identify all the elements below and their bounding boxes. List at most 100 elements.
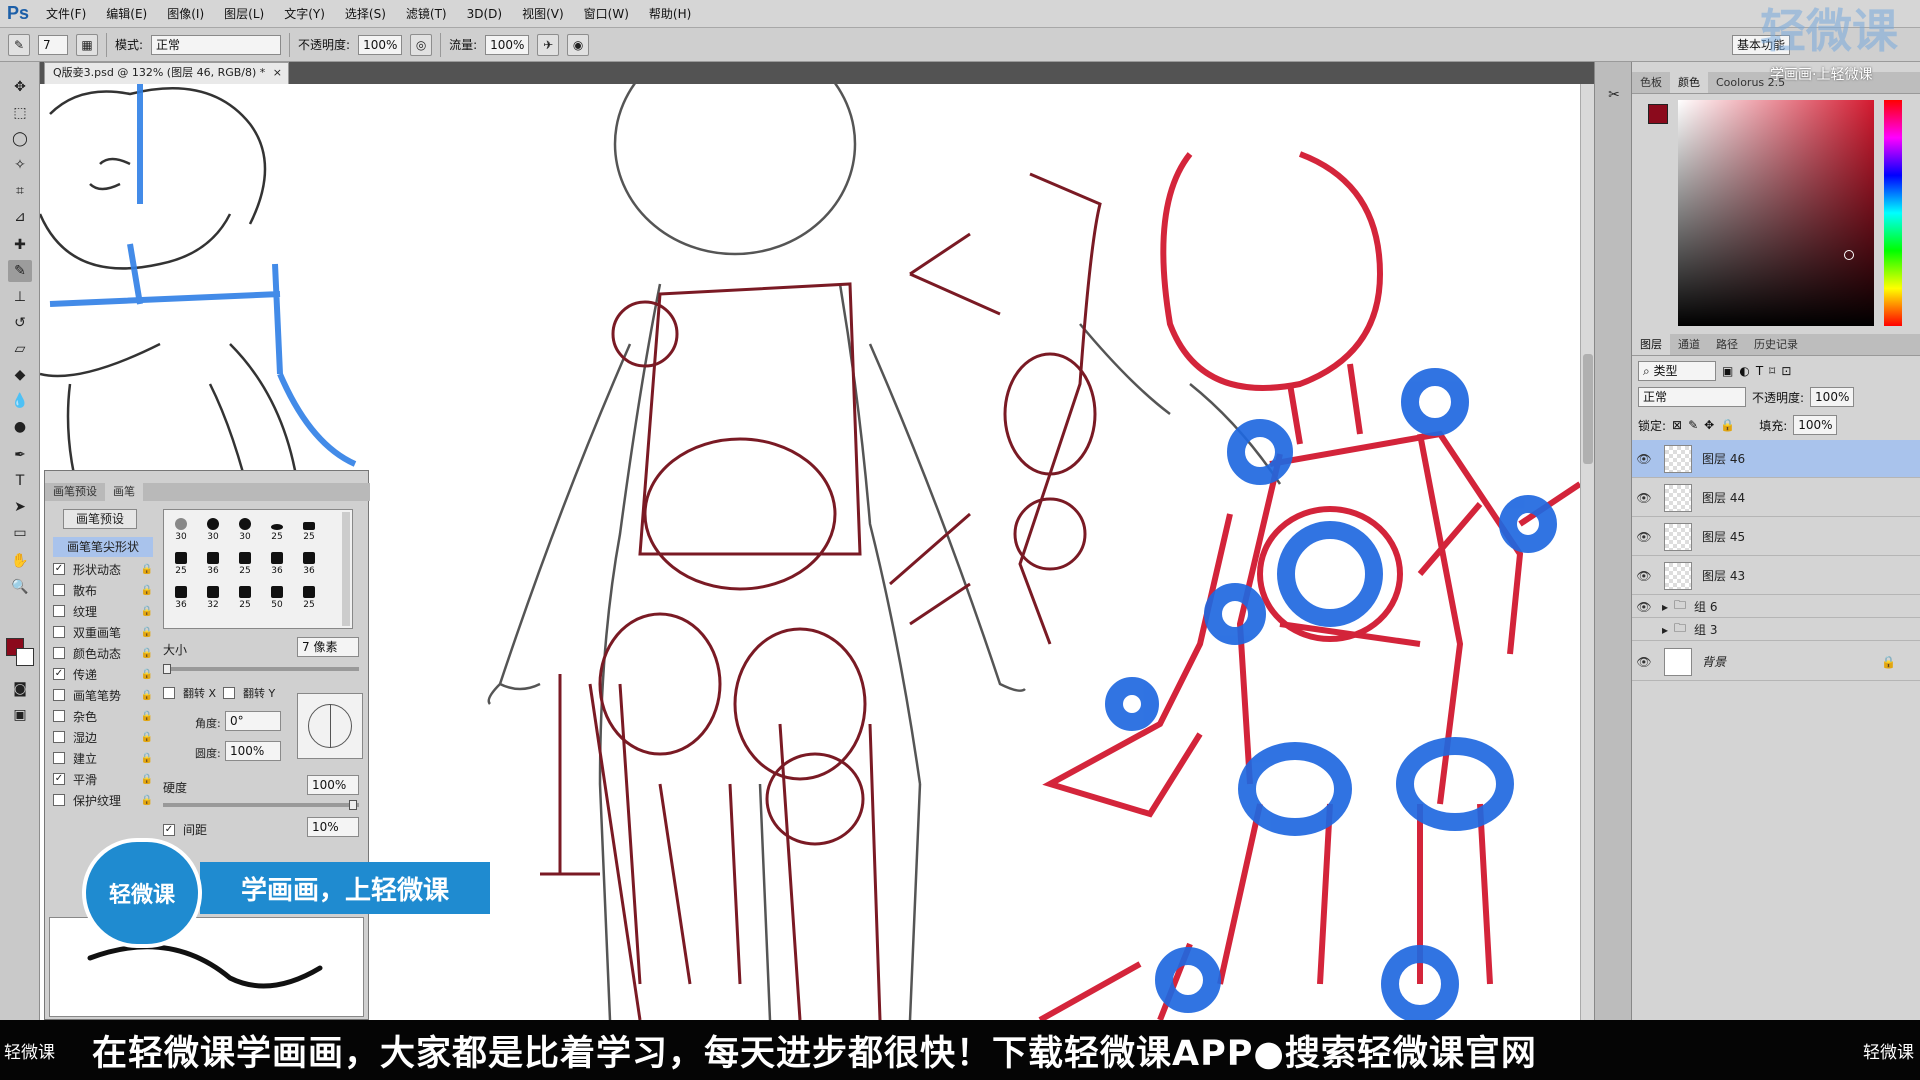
brush-tip-scrollbar[interactable] xyxy=(342,512,350,626)
filter-pixel-icon[interactable]: ▣ xyxy=(1722,364,1733,378)
menu-edit[interactable]: 编辑(E) xyxy=(96,0,157,28)
eraser-tool-icon[interactable]: ▱ xyxy=(8,338,32,360)
filter-shape-icon[interactable]: ⌑ xyxy=(1769,364,1775,378)
checkbox[interactable] xyxy=(223,687,235,699)
layer-row[interactable]: 👁 图层 45 xyxy=(1632,518,1920,556)
blur-tool-icon[interactable]: 💧 xyxy=(8,390,32,412)
brush-option-row[interactable]: 杂色 🔒 xyxy=(53,706,153,726)
tab-history[interactable]: 历史记录 xyxy=(1746,334,1806,355)
menu-type[interactable]: 文字(Y) xyxy=(274,0,335,28)
quick-mask-icon[interactable]: ◙ xyxy=(8,678,32,700)
slider-handle[interactable] xyxy=(349,800,357,810)
eye-icon[interactable]: 👁 xyxy=(1632,600,1656,614)
lock-icon[interactable]: 🔒 xyxy=(141,774,153,785)
brush-option-row[interactable]: ✓ 传递 🔒 xyxy=(53,664,153,684)
canvas-scrollbar[interactable] xyxy=(1580,84,1594,1020)
filter-adjust-icon[interactable]: ◐ xyxy=(1739,364,1749,378)
brush-panel-toggle-icon[interactable]: ▦ xyxy=(76,33,98,56)
type-tool-icon[interactable]: T xyxy=(8,470,32,492)
lock-brush-icon[interactable]: ✎ xyxy=(1688,418,1698,432)
eye-icon[interactable]: 👁 xyxy=(1632,491,1656,505)
lock-icon[interactable]: 🔒 xyxy=(141,669,153,680)
checkbox[interactable] xyxy=(53,794,65,806)
marquee-tool-icon[interactable]: ⬚ xyxy=(8,102,32,124)
roundness-field[interactable]: 100% xyxy=(225,741,281,761)
menu-select[interactable]: 选择(S) xyxy=(335,0,396,28)
eyedropper-tool-icon[interactable]: ⊿ xyxy=(8,206,32,228)
chevron-right-icon[interactable]: ▸ xyxy=(1662,600,1668,614)
brush-tip[interactable]: 36 xyxy=(166,580,196,610)
brush-option-row[interactable]: 建立 🔒 xyxy=(53,748,153,768)
menu-view[interactable]: 视图(V) xyxy=(512,0,574,28)
background-color-swatch[interactable] xyxy=(16,648,34,666)
screen-mode-icon[interactable]: ▣ xyxy=(8,704,32,726)
lock-transparent-icon[interactable]: ⊠ xyxy=(1672,418,1682,432)
brush-option-row[interactable]: 保护纹理 🔒 xyxy=(53,790,153,810)
eye-icon[interactable]: 👁 xyxy=(1632,530,1656,544)
pressure-opacity-icon[interactable]: ◎ xyxy=(410,33,433,56)
hardness-slider[interactable] xyxy=(163,800,359,810)
brush-presets-button[interactable]: 画笔预设 xyxy=(63,509,137,529)
tab-brush-presets[interactable]: 画笔预设 xyxy=(45,483,105,501)
checkbox[interactable] xyxy=(53,584,65,596)
lock-icon[interactable]: 🔒 xyxy=(141,585,153,596)
brush-tip[interactable]: 50 xyxy=(262,580,292,610)
layer-row[interactable]: 👁 图层 44 xyxy=(1632,479,1920,517)
history-brush-tool-icon[interactable]: ↺ xyxy=(8,312,32,334)
brush-option-row[interactable]: 画笔笔势 🔒 xyxy=(53,685,153,705)
menu-help[interactable]: 帮助(H) xyxy=(639,0,701,28)
brush-tip-shape-item[interactable]: 画笔笔尖形状 xyxy=(53,537,153,557)
lock-icon[interactable]: 🔒 xyxy=(141,606,153,617)
checkbox[interactable]: ✓ xyxy=(53,668,65,680)
brush-option-row[interactable]: ✓ 平滑 🔒 xyxy=(53,769,153,789)
brush-tip[interactable]: 30 xyxy=(198,512,228,542)
menu-image[interactable]: 图像(I) xyxy=(157,0,214,28)
hardness-field[interactable]: 100% xyxy=(307,775,359,795)
checkbox[interactable]: ✓ xyxy=(53,773,65,785)
checkbox[interactable] xyxy=(53,731,65,743)
pressure-size-icon[interactable]: ◉ xyxy=(567,33,590,56)
brush-tip[interactable]: 30 xyxy=(230,512,260,542)
brush-tip[interactable]: 25 xyxy=(230,546,260,576)
spacing-field[interactable]: 10% xyxy=(307,817,359,837)
lock-icon[interactable]: 🔒 xyxy=(141,795,153,806)
lasso-tool-icon[interactable]: ◯ xyxy=(8,128,32,150)
filter-type-icon[interactable]: T xyxy=(1756,364,1763,378)
tab-channels[interactable]: 通道 xyxy=(1670,334,1708,355)
flip-y-option[interactable]: 翻转 Y xyxy=(223,685,275,701)
brush-tip[interactable]: 25 xyxy=(166,546,196,576)
flow-field[interactable]: 100% xyxy=(485,34,530,55)
flip-x-option[interactable]: 翻转 X xyxy=(163,685,216,701)
brush-tool-icon[interactable]: ✎ xyxy=(8,33,30,56)
layer-row[interactable]: 👁 图层 43 xyxy=(1632,557,1920,595)
chevron-right-icon[interactable]: ▸ xyxy=(1662,623,1668,637)
size-field[interactable]: 7 像素 xyxy=(297,637,359,657)
opacity-field[interactable]: 100% xyxy=(358,34,403,55)
lock-icon[interactable]: 🔒 xyxy=(141,711,153,722)
close-icon[interactable]: × xyxy=(273,63,282,83)
lock-icon[interactable]: 🔒 xyxy=(141,564,153,575)
checkbox[interactable] xyxy=(53,710,65,722)
tab-layers[interactable]: 图层 xyxy=(1632,334,1670,355)
color-picker-handle[interactable] xyxy=(1844,250,1854,260)
color-picker-field[interactable] xyxy=(1678,100,1874,326)
spacing-option[interactable]: ✓ 间距 xyxy=(163,821,207,838)
brush-tip[interactable]: 36 xyxy=(294,546,324,576)
foreground-color-swatch[interactable] xyxy=(1648,104,1668,124)
checkbox[interactable] xyxy=(53,752,65,764)
menu-window[interactable]: 窗口(W) xyxy=(574,0,639,28)
stamp-tool-icon[interactable]: ⊥ xyxy=(8,286,32,308)
eye-icon[interactable]: 👁 xyxy=(1632,655,1656,669)
brush-size-picker[interactable]: 7 xyxy=(38,34,68,55)
menu-filter[interactable]: 滤镜(T) xyxy=(396,0,457,28)
group-row[interactable]: 👁 ▸ 🗀 组 6 xyxy=(1632,596,1920,618)
dodge-tool-icon[interactable]: ● xyxy=(8,416,32,438)
background-layer-row[interactable]: 👁 背景 🔒 xyxy=(1632,643,1920,681)
brush-tip[interactable]: 36 xyxy=(262,546,292,576)
angle-field[interactable]: 0° xyxy=(225,711,281,731)
menu-file[interactable]: 文件(F) xyxy=(36,0,96,28)
hand-tool-icon[interactable]: ✋ xyxy=(8,550,32,572)
eye-icon[interactable]: 👁 xyxy=(1632,452,1656,466)
brush-tip[interactable]: 25 xyxy=(294,512,324,542)
brush-option-row[interactable]: 双重画笔 🔒 xyxy=(53,622,153,642)
